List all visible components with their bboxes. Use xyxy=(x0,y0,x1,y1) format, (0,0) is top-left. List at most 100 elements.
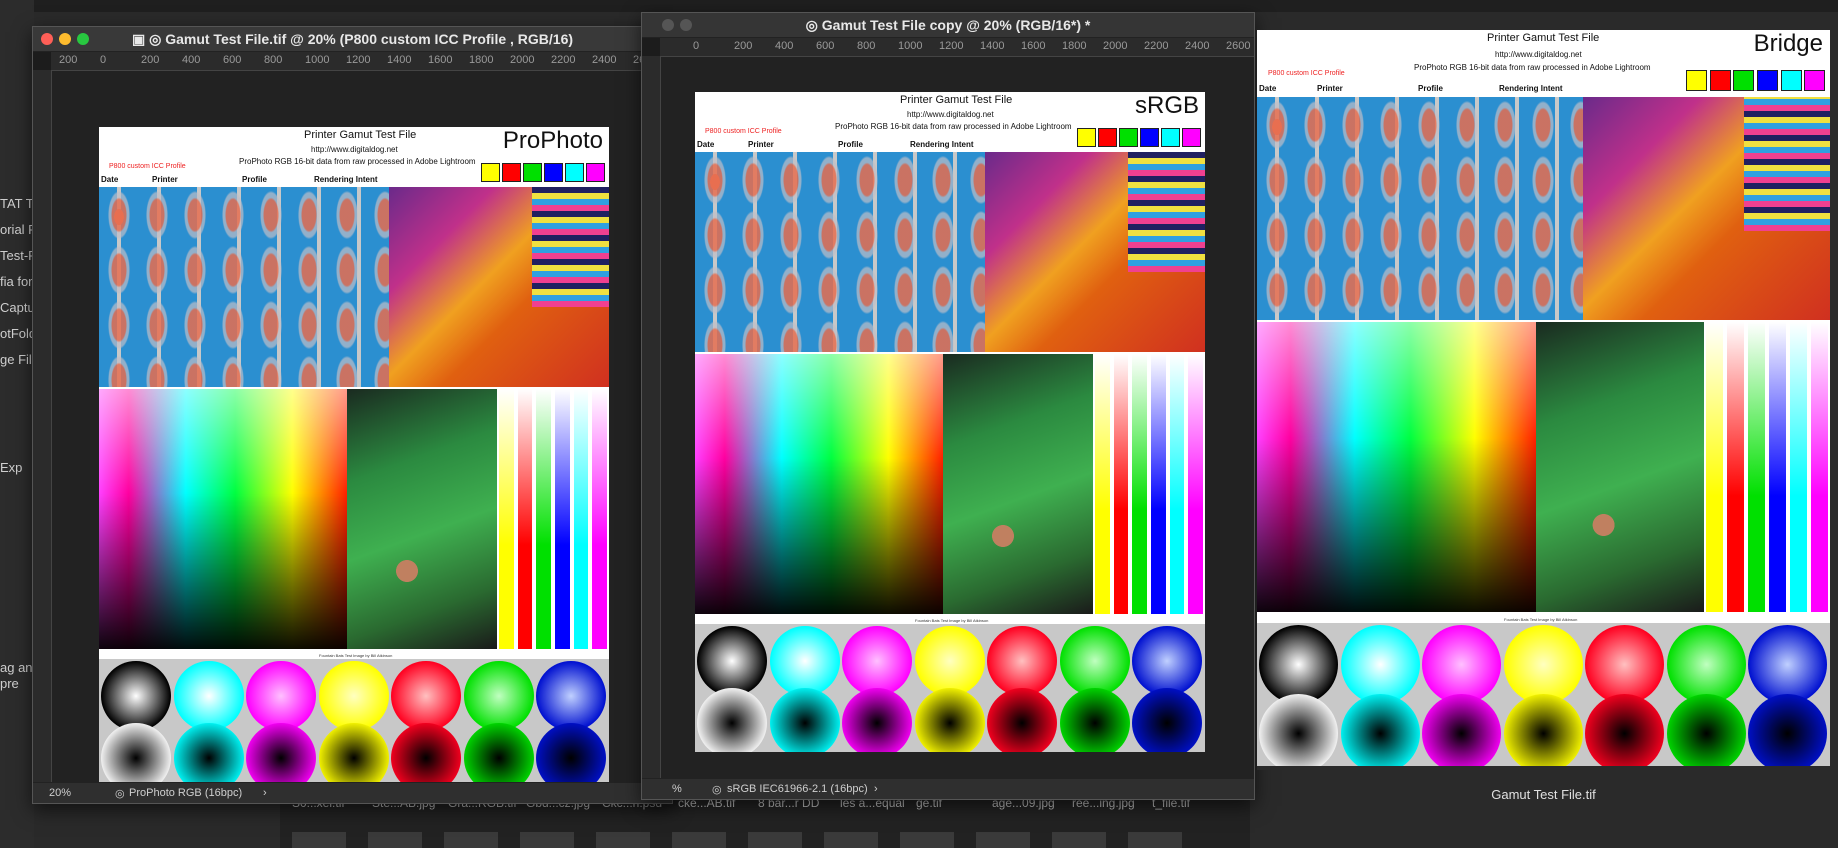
color-spheres xyxy=(1257,623,1830,766)
ruler-tick-label: 1200 xyxy=(939,40,964,52)
ruler-tick-label: 0 xyxy=(100,54,107,66)
ruler-tick-label: 800 xyxy=(264,54,283,66)
color-swatch xyxy=(1757,70,1778,91)
color-sphere xyxy=(319,661,389,731)
filmstrip-thumbnail[interactable] xyxy=(672,832,726,848)
background-thumbnail-strip xyxy=(34,0,1838,12)
filmstrip-thumbnail[interactable] xyxy=(1052,832,1106,848)
filmstrip-thumbnail[interactable] xyxy=(1128,832,1182,848)
horizontal-ruler[interactable]: 0 200 400 600 800 1000 1200 1400 1600 1800 2000 220… xyxy=(660,38,1254,57)
doc-form-field-label: Rendering Intent xyxy=(314,175,378,184)
color-sphere xyxy=(1585,694,1664,766)
filmstrip-thumbnail[interactable] xyxy=(368,832,422,848)
ruler-tick-label: 2400 xyxy=(1185,40,1210,52)
photo-fish-market xyxy=(695,152,985,352)
ruler-tick-label: 1400 xyxy=(387,54,412,66)
doc-profile-note: P800 custom ICC Profile xyxy=(109,163,186,170)
color-sphere xyxy=(1259,694,1338,766)
ruler-tick-label: 1200 xyxy=(346,54,371,66)
gradient-strip xyxy=(1188,354,1204,614)
canvas-area[interactable]: Printer Gamut Test File http://www.digita… xyxy=(661,57,1254,778)
color-swatch xyxy=(481,163,500,182)
color-sphere xyxy=(1132,688,1202,752)
ruler-tick-label: 200 xyxy=(734,40,753,52)
background-left-panel: TAT To orial F Test-F fia for Captu otFold ge … xyxy=(0,0,40,848)
ruler-tick-label: 2000 xyxy=(1103,40,1128,52)
color-sphere xyxy=(1259,625,1338,704)
gradient-spectrum xyxy=(1257,322,1536,612)
window-titlebar[interactable]: ◎ Gamut Test File copy @ 20% (RGB/16*) * xyxy=(642,13,1254,38)
test-print-document: Printer Gamut Test File http://www.digita… xyxy=(695,92,1205,752)
window-titlebar[interactable]: ▣ ◎ Gamut Test File.tif @ 20% (P800 cust… xyxy=(33,27,672,52)
gradient-strip xyxy=(1095,354,1110,614)
ruler-tick-label: 1600 xyxy=(1021,40,1046,52)
horizontal-ruler[interactable]: 200 0 200 400 600 800 1000 1200 1400 1600 1800 2000… xyxy=(51,52,672,71)
background-panel-item: orial F xyxy=(0,222,37,237)
color-profile[interactable]: sRGB IEC61966-2.1 (16bpc) xyxy=(727,783,868,795)
ruler-tick-label: 400 xyxy=(775,40,794,52)
color-sphere xyxy=(1667,694,1746,766)
background-panel-item: ge Fil xyxy=(0,352,32,367)
gradient-spectrum xyxy=(695,354,943,614)
filmstrip-thumbnail[interactable] xyxy=(824,832,878,848)
ruler-tick-label: 1800 xyxy=(1062,40,1087,52)
gradient-strip xyxy=(1811,322,1828,612)
photo-boat xyxy=(943,354,1093,614)
canvas-area[interactable]: Printer Gamut Test File http://www.digita… xyxy=(52,71,672,787)
color-sphere xyxy=(987,688,1057,752)
color-sphere xyxy=(697,626,767,696)
color-sphere xyxy=(1667,625,1746,704)
zoom-level[interactable]: % xyxy=(672,783,682,795)
vertical-ruler[interactable] xyxy=(33,70,52,783)
doc-form-field-label: Rendering Intent xyxy=(910,140,974,149)
bridge-preview-filename: Gamut Test File.tif xyxy=(1491,787,1596,802)
gradient-strip xyxy=(1790,322,1807,612)
filmstrip-thumbnail[interactable] xyxy=(596,832,650,848)
doc-form-field-label: Date xyxy=(697,140,715,149)
background-panel-item: fia for xyxy=(0,274,33,289)
doc-profile-note: P800 custom ICC Profile xyxy=(1268,70,1345,77)
doc-subtitle: ProPhoto RGB 16-bit data from raw proces… xyxy=(835,122,1072,131)
photo-textiles xyxy=(389,187,609,387)
photo-boat xyxy=(1536,322,1705,612)
vertical-ruler[interactable] xyxy=(642,56,661,779)
filmstrip-thumbnail[interactable] xyxy=(444,832,498,848)
color-profile[interactable]: ProPhoto RGB (16bpc) xyxy=(129,787,242,799)
document-icon: ▣ ◎ xyxy=(131,31,166,47)
doc-form-field-label: Printer xyxy=(152,175,178,184)
document-window-srgb[interactable]: ◎ Gamut Test File copy @ 20% (RGB/16*) *… xyxy=(641,12,1255,800)
photo-fish-market xyxy=(1257,97,1583,320)
window-title: ▣ ◎ Gamut Test File.tif @ 20% (P800 cust… xyxy=(131,31,574,47)
document-icon: ◎ xyxy=(805,17,822,33)
color-swatch xyxy=(1182,128,1201,147)
doc-form-field-label: Rendering Intent xyxy=(1499,84,1563,93)
filmstrip-thumbnail[interactable] xyxy=(520,832,574,848)
color-sphere xyxy=(842,688,912,752)
color-spheres xyxy=(99,659,609,787)
filmstrip-thumbnail[interactable] xyxy=(748,832,802,848)
gradient-strips xyxy=(497,389,609,649)
doc-url: http://www.digitaldog.net xyxy=(311,145,398,154)
gradient-strip xyxy=(555,389,570,649)
filmstrip-thumbnail[interactable] xyxy=(292,832,346,848)
ruler-tick-label: 1000 xyxy=(305,54,330,66)
ruler-tick-label: 1400 xyxy=(980,40,1005,52)
color-sphere xyxy=(770,688,840,752)
color-swatch xyxy=(544,163,563,182)
color-sphere xyxy=(536,723,606,787)
gradient-spectrum xyxy=(99,389,347,649)
gradient-strip xyxy=(1748,322,1765,612)
color-swatch xyxy=(1804,70,1825,91)
filmstrip-thumbnail[interactable] xyxy=(900,832,954,848)
color-profile-icon: ◎ xyxy=(115,788,125,800)
status-menu-chevron-icon[interactable]: › xyxy=(874,783,878,795)
zoom-level[interactable]: 20% xyxy=(49,787,71,799)
color-sphere xyxy=(101,723,171,787)
filmstrip-thumbnail[interactable] xyxy=(976,832,1030,848)
color-swatch xyxy=(1140,128,1159,147)
color-sphere xyxy=(842,626,912,696)
bridge-preview-image[interactable]: Printer Gamut Test File http://www.digita… xyxy=(1257,30,1830,766)
status-menu-chevron-icon[interactable]: › xyxy=(263,787,267,799)
gradient-strip xyxy=(499,389,514,649)
document-window-prophoto[interactable]: ▣ ◎ Gamut Test File.tif @ 20% (P800 cust… xyxy=(32,26,673,804)
